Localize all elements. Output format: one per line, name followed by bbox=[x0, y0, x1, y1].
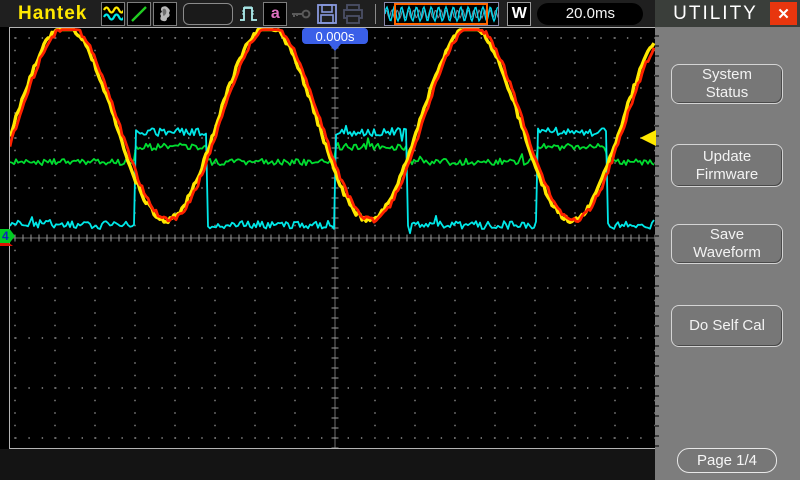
panel-header: UTILITY ✕ bbox=[655, 0, 800, 27]
trigger-level-arrow[interactable] bbox=[640, 130, 656, 146]
timebase-display: 20.0ms bbox=[537, 2, 644, 25]
dual-waveform-icon[interactable] bbox=[101, 1, 126, 26]
top-toolbar: Hantek a W 20.0ms bbox=[0, 0, 655, 27]
print-icon[interactable] bbox=[341, 2, 365, 26]
input-field[interactable] bbox=[183, 2, 234, 25]
utility-panel: UTILITY ✕ System Status Update Firmware … bbox=[655, 0, 800, 480]
waveform-preview[interactable] bbox=[384, 1, 500, 26]
diagonal-line-icon[interactable] bbox=[127, 1, 152, 26]
hand-icon[interactable] bbox=[153, 1, 178, 26]
pulse-icon[interactable] bbox=[237, 2, 261, 26]
right-edge-ruler bbox=[655, 27, 659, 449]
page-button[interactable]: Page 1/4 bbox=[677, 448, 777, 473]
w-mode-icon[interactable]: W bbox=[507, 1, 532, 26]
system-status-button[interactable]: System Status bbox=[671, 64, 783, 104]
text-a-icon[interactable]: a bbox=[263, 1, 288, 26]
brand-logo: Hantek bbox=[18, 2, 88, 24]
time-offset-pointer bbox=[329, 44, 341, 51]
close-button[interactable]: ✕ bbox=[770, 2, 797, 25]
update-firmware-button[interactable]: Update Firmware bbox=[671, 144, 783, 187]
waveform-display: 0.000s bbox=[9, 27, 656, 449]
do-self-cal-button[interactable]: Do Self Cal bbox=[671, 305, 783, 347]
save-waveform-button[interactable]: Save Waveform bbox=[671, 224, 783, 264]
status-bar: CH1 1.00V CH2 1.00V CH3 1.00V CH4 1.00V … bbox=[0, 449, 655, 480]
oscilloscope-screen: { "topbar": { "brand": "Hantek", "a_labe… bbox=[0, 0, 800, 480]
save-icon[interactable] bbox=[315, 2, 339, 26]
preview-selection[interactable] bbox=[394, 2, 489, 25]
toolbar-separator bbox=[375, 3, 377, 24]
scope-canvas bbox=[10, 28, 655, 448]
time-offset-tag[interactable]: 0.000s bbox=[302, 28, 368, 44]
panel-title: UTILITY bbox=[673, 2, 758, 24]
key-icon[interactable] bbox=[289, 2, 313, 26]
